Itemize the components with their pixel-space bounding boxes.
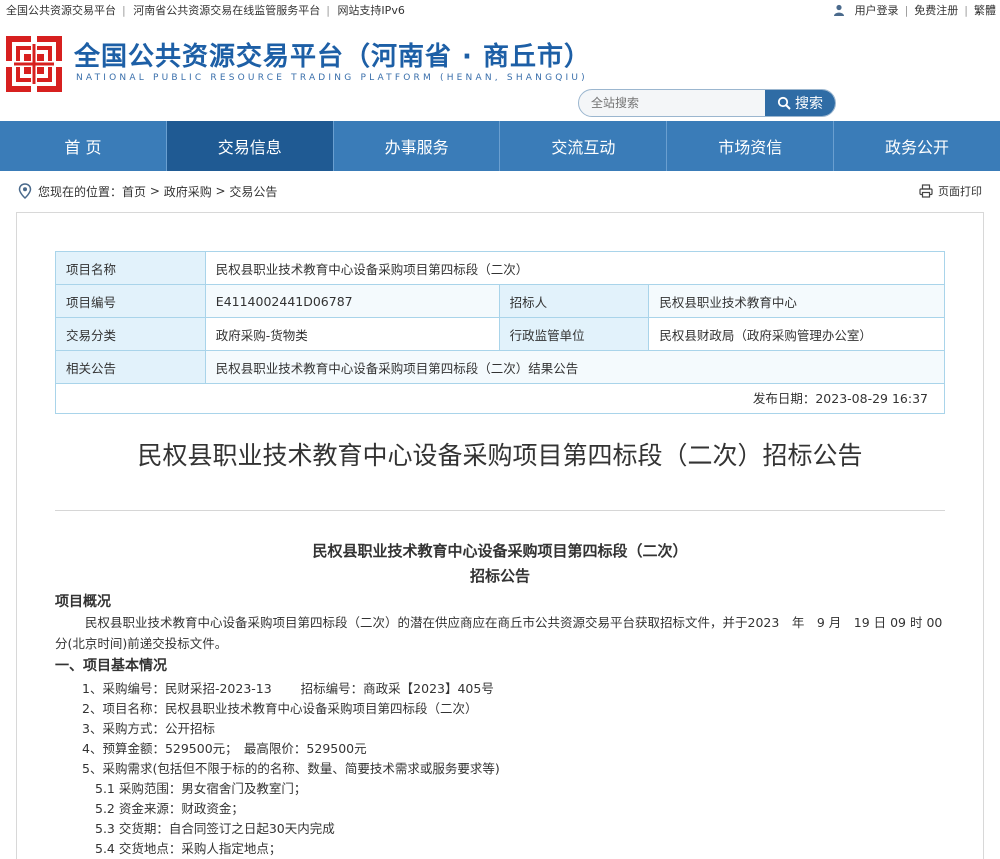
nav-home[interactable]: 首 页 <box>0 121 167 171</box>
related-notice-link[interactable]: 民权县职业技术教育中心设备采购项目第四标段（二次）结果公告 <box>204 350 946 384</box>
breadcrumb-home[interactable]: 首页 <box>122 183 146 200</box>
login-link[interactable]: 用户登录 <box>855 2 899 18</box>
doc-title-line1: 民权县职业技术教育中心设备采购项目第四标段（二次） <box>312 542 688 560</box>
top-bar: 全国公共资源交易平台 | 河南省公共资源交易在线监管服务平台 | 网站支持IPv6 … <box>0 0 1000 20</box>
site-title: 全国公共资源交易平台（河南省 · 商丘市） <box>74 42 591 72</box>
list-item: 5.3 交货期：自合同签订之日起30天内完成 <box>95 821 335 836</box>
search-box: 搜索 <box>578 89 836 117</box>
table-row: 项目名称 民权县职业技术教育中心设备采购项目第四标段（二次） <box>55 251 946 285</box>
table-row: 项目编号 E4114002441D06787 招标人 民权县职业技术教育中心 <box>55 284 945 318</box>
top-link-national[interactable]: 全国公共资源交易平台 <box>6 4 116 17</box>
breadcrumb-prefix: 您现在的位置： <box>38 184 123 199</box>
breadcrumb-trading-notice[interactable]: 交易公告 <box>229 183 277 200</box>
traditional-chinese-link[interactable]: 繁體 <box>974 2 996 18</box>
nav-trading-info[interactable]: 交易信息 <box>166 121 334 171</box>
category-value: 政府采购-货物类 <box>204 317 500 351</box>
overview-heading: 项目概况 <box>55 594 111 610</box>
breadcrumb-bar: 您现在的位置： 首页 > 政府采购 > 交易公告 页面打印 <box>0 176 1000 206</box>
tenderer-label: 招标人 <box>498 284 650 318</box>
location-pin-icon <box>18 183 32 199</box>
search-icon <box>777 96 791 110</box>
project-no-label: 项目编号 <box>55 284 206 318</box>
nav-market-credit[interactable]: 市场资信 <box>667 121 835 171</box>
list-item: 5、采购需求(包括但不限于标的的名称、数量、简要技术需求或服务要求等) <box>82 761 500 776</box>
project-info-table: 项目名称 民权县职业技术教育中心设备采购项目第四标段（二次） 项目编号 E411… <box>55 251 946 384</box>
supervisor-value: 民权县财政局（政府采购管理办公室） <box>648 317 945 351</box>
search-button[interactable]: 搜索 <box>765 90 835 116</box>
project-name-label: 项目名称 <box>55 251 206 285</box>
nav-interaction[interactable]: 交流互动 <box>500 121 668 171</box>
list-item: 2、项目名称：民权县职业技术教育中心设备采购项目第四标段（二次） <box>82 701 478 716</box>
top-account: 用户登录 | 免费注册 | 繁體 <box>833 2 996 18</box>
top-links: 全国公共资源交易平台 | 河南省公共资源交易在线监管服务平台 | 网站支持IPv6 <box>6 4 405 17</box>
category-label: 交易分类 <box>55 317 206 351</box>
nav-services[interactable]: 办事服务 <box>334 121 501 171</box>
overview-text: 民权县职业技术教育中心设备采购项目第四标段（二次）的潜在供应商应在商丘市公共资源… <box>55 615 943 651</box>
list-item: 3、采购方式：公开招标 <box>82 721 215 736</box>
print-label: 页面打印 <box>938 185 982 198</box>
list-item: 5.1 采购范围：男女宿舍门及教室门； <box>95 781 307 796</box>
list-item: 5.2 资金来源：财政资金； <box>95 801 244 816</box>
supervisor-label: 行政监管单位 <box>498 317 650 351</box>
register-link[interactable]: 免费注册 <box>914 2 958 18</box>
doc-title-line2: 招标公告 <box>469 567 530 585</box>
divider <box>55 510 945 511</box>
site-logo-icon[interactable] <box>6 36 62 92</box>
project-no-value: E4114002441D06787 <box>204 284 500 318</box>
user-icon <box>833 4 844 16</box>
list-item: 5.4 交货地点：采购人指定地点； <box>95 841 282 856</box>
list-item: 4、预算金额：529500元； 最高限价：529500元 <box>82 741 367 756</box>
nav-government-affairs[interactable]: 政务公开 <box>834 121 1000 171</box>
top-link-ipv6[interactable]: 网站支持IPv6 <box>337 4 404 17</box>
site-subtitle: NATIONAL PUBLIC RESOURCE TRADING PLATFOR… <box>76 73 588 83</box>
publish-date: 发布日期：2023-08-29 16:37 <box>55 382 945 414</box>
printer-icon <box>919 184 933 198</box>
section1-heading: 一、项目基本情况 <box>55 658 167 674</box>
project-name-value: 民权县职业技术教育中心设备采购项目第四标段（二次） <box>204 251 946 285</box>
related-notice-label: 相关公告 <box>55 350 206 384</box>
list-item: 1、采购编号：民财采招-2023-13 招标编号：商政采【2023】405号 <box>82 681 494 696</box>
table-row: 交易分类 政府采购-货物类 行政监管单位 民权县财政局（政府采购管理办公室） <box>55 317 945 351</box>
print-button[interactable]: 页面打印 <box>919 183 982 199</box>
top-link-henan-supervision[interactable]: 河南省公共资源交易在线监管服务平台 <box>133 4 320 17</box>
main-nav: 首 页 交易信息 办事服务 交流互动 市场资信 政务公开 <box>0 121 1000 171</box>
breadcrumb-gov-procurement[interactable]: 政府采购 <box>164 183 212 200</box>
table-row: 相关公告 民权县职业技术教育中心设备采购项目第四标段（二次）结果公告 <box>55 350 946 384</box>
breadcrumb: 您现在的位置： 首页 > 政府采购 > 交易公告 <box>18 183 277 200</box>
tenderer-value: 民权县职业技术教育中心 <box>648 284 945 318</box>
search-button-label: 搜索 <box>795 96 823 112</box>
site-header: 全国公共资源交易平台（河南省 · 商丘市） NATIONAL PUBLIC RE… <box>0 20 1000 120</box>
page-title: 民权县职业技术教育中心设备采购项目第四标段（二次）招标公告 <box>137 441 863 470</box>
search-input[interactable] <box>579 90 765 116</box>
